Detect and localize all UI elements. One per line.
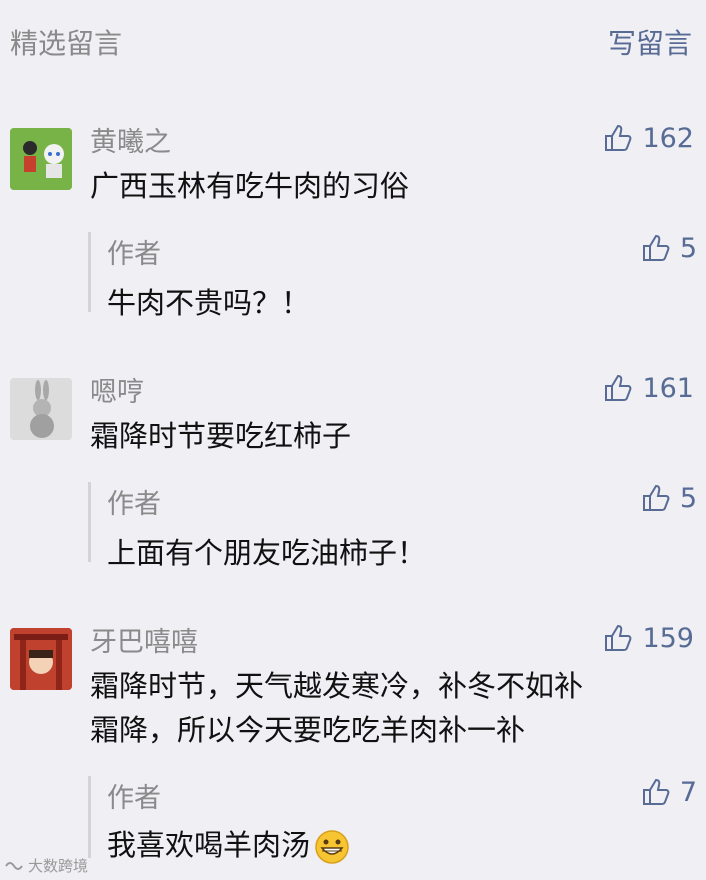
- thumbs-up-icon: [605, 624, 632, 651]
- comments-header: 精选留言 写留言: [0, 0, 706, 90]
- reply-like-count: 7: [679, 776, 697, 808]
- comment-text: 霜降时节要吃红柿子: [90, 414, 351, 458]
- watermark-text: 大数跨境: [28, 857, 89, 875]
- reply-text: 我喜欢喝羊肉汤: [107, 822, 350, 865]
- comment-text: 广西玉林有吃牛肉的习俗: [90, 164, 409, 208]
- like-count: 162: [642, 122, 694, 154]
- comment-author[interactable]: 牙巴嘻嘻: [90, 620, 198, 659]
- author-reply: 作者 5 牛肉不贵吗？！: [88, 232, 697, 320]
- thumbs-up-icon: [642, 778, 670, 805]
- reply-like-button[interactable]: 5: [640, 482, 697, 514]
- comment-author[interactable]: 黄曦之: [90, 120, 171, 159]
- section-title: 精选留言: [10, 27, 123, 60]
- thumbs-up-icon: [642, 234, 670, 261]
- thumbs-up-icon: [605, 374, 632, 401]
- like-button[interactable]: 159: [602, 622, 694, 654]
- grinning-face-icon: [315, 830, 349, 864]
- comment-author[interactable]: 嗯哼: [90, 370, 144, 409]
- comment-text-line: 霜降，所以今天要吃吃羊肉补一补: [90, 713, 526, 747]
- like-button[interactable]: 162: [602, 122, 694, 154]
- comment-text-line: 广西玉林有吃牛肉的习俗: [90, 169, 410, 203]
- like-count: 161: [642, 372, 694, 404]
- avatar[interactable]: [10, 128, 72, 190]
- reply-author: 作者: [107, 239, 161, 270]
- reply-text: 牛肉不贵吗？！: [107, 286, 311, 320]
- like-count: 159: [642, 622, 694, 654]
- comment-text: 霜降时节，天气越发寒冷，补冬不如补 霜降，所以今天要吃吃羊肉补一补: [90, 664, 583, 752]
- reply-like-button[interactable]: 7: [640, 776, 697, 808]
- brand-logo-icon: [5, 861, 23, 870]
- thumbs-up-icon: [642, 484, 670, 511]
- reply-author: 作者: [107, 783, 161, 814]
- author-reply: 作者 5 上面有个朋友吃油柿子！: [88, 482, 697, 570]
- reply-text: 上面有个朋友吃油柿子！: [107, 536, 427, 570]
- avatar[interactable]: [10, 378, 72, 440]
- reply-author: 作者: [107, 489, 161, 520]
- reply-like-count: 5: [679, 232, 697, 264]
- like-button[interactable]: 161: [602, 372, 694, 404]
- comment-text-line: 霜降时节，天气越发寒冷，补冬不如补: [90, 669, 584, 703]
- thumbs-up-icon: [605, 124, 632, 151]
- reply-like-count: 5: [679, 482, 697, 514]
- reply-text-content: 我喜欢喝羊肉汤: [107, 828, 311, 862]
- write-comment-button[interactable]: 写留言: [608, 22, 692, 62]
- comment-text-line: 霜降时节要吃红柿子: [90, 419, 352, 453]
- avatar[interactable]: [10, 628, 72, 690]
- reply-like-button[interactable]: 5: [640, 232, 697, 264]
- author-reply: 作者 7 我喜欢喝羊肉汤: [88, 776, 697, 864]
- watermark: 大数跨境: [4, 855, 88, 876]
